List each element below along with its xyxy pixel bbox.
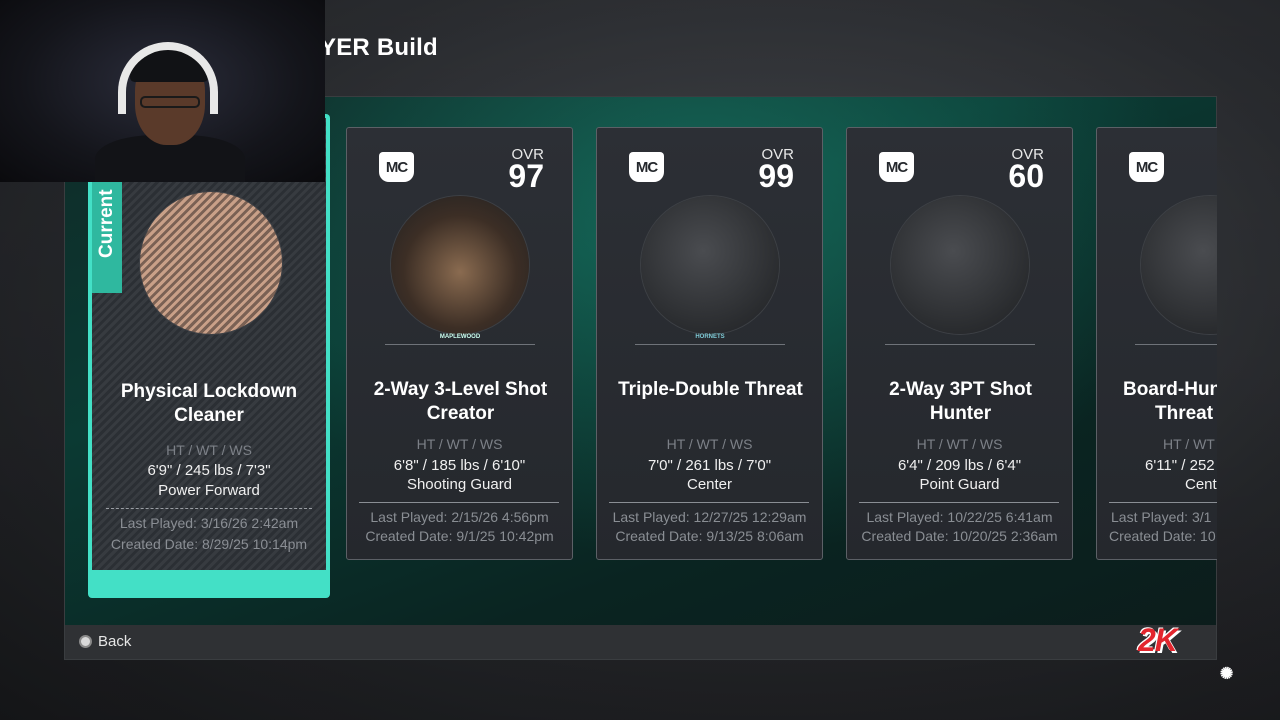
meta-divider (1109, 502, 1217, 503)
build-name: Triple-Double Threat (607, 378, 814, 402)
position: Center (686, 476, 733, 493)
channel-watermark-icon: ✺ (1218, 664, 1235, 684)
circle-button-icon (79, 635, 92, 648)
ovr-value: 60 (1008, 158, 1044, 194)
build-name-line: 2-Way 3-Level Shot (373, 379, 548, 400)
stat-values: 7'0" / 261 lbs / 7'0" (647, 457, 772, 474)
brand-2k-logo: 2K (1138, 622, 1178, 658)
build-name-line: 2-Way 3PT Shot (889, 379, 1032, 400)
build-card[interactable]: MC OVR 60 2-Way 3PT Shot Hunter HT / WT … (846, 127, 1073, 560)
build-name-line: Hunter (929, 403, 992, 424)
stat-values: 6'4" / 209 lbs / 6'4" (897, 457, 1022, 474)
ovr-value: 97 (508, 158, 544, 194)
player-avatar (140, 192, 282, 334)
player-avatar (391, 196, 529, 334)
current-card-body: Current Physical Lockdown Cleaner HT / W… (92, 118, 326, 570)
build-name-line: Threat (1155, 403, 1214, 424)
build-card[interactable]: MC Board-Hun Threat HT / WT 6'11" / 252 … (1096, 127, 1217, 560)
bottom-bar: Back (65, 625, 1216, 659)
position: Power Forward (158, 482, 260, 499)
player-avatar (1141, 196, 1217, 334)
build-card[interactable]: MC OVR 97 MAPLEWOOD 2-Way 3-Level Shot C… (346, 127, 573, 560)
player-avatar (641, 196, 779, 334)
build-card-current[interactable]: Current Physical Lockdown Cleaner HT / W… (88, 114, 330, 598)
meta-divider (609, 502, 809, 503)
created-date: Created Date: 9/13/25 8:06am (615, 528, 804, 544)
webcam-overlay (0, 0, 325, 182)
back-label: Back (98, 633, 132, 650)
build-name-line: Triple-Double Threat (618, 379, 803, 400)
hornets-logo-icon: HORNETS (695, 334, 725, 340)
build-name: 2-Way 3PT Shot Hunter (857, 378, 1064, 426)
team-logo-icon: MAPLEWOOD (439, 334, 481, 340)
meta-divider (859, 502, 1059, 503)
build-name-line: Creator (426, 403, 495, 424)
stat-values: 6'11" / 252 (1145, 457, 1215, 474)
mc-badge-icon: MC (879, 152, 914, 182)
last-played: Last Played: 2/15/26 4:56pm (370, 509, 549, 525)
created-date: Created Date: 10/20/25 2:36am (861, 528, 1058, 544)
stat-header: HT / WT / WS (166, 442, 252, 458)
stat-header: HT / WT / WS (916, 436, 1003, 452)
created-date: Created Date: 9/1/25 10:42pm (365, 528, 554, 544)
last-played: Last Played: 12/27/25 12:29am (612, 509, 807, 525)
mc-badge-icon: MC (1129, 152, 1164, 182)
last-played: Last Played: 3/1 (1111, 509, 1212, 525)
glasses (140, 96, 200, 108)
stat-values: 6'8" / 185 lbs / 6'10" (393, 457, 526, 474)
mc-badge-icon: MC (629, 152, 664, 182)
position: Shooting Guard (406, 476, 513, 493)
player-avatar (891, 196, 1029, 334)
created-date: Created Date: 10 (1109, 528, 1216, 544)
divider (885, 344, 1035, 345)
last-played: Last Played: 10/22/25 6:41am (866, 509, 1053, 525)
meta-divider (106, 508, 312, 509)
position: Cent (1185, 476, 1217, 493)
divider (1135, 344, 1217, 345)
last-played: Last Played: 3/16/26 2:42am (119, 515, 299, 531)
stat-header: HT / WT / WS (666, 436, 753, 452)
page-title: YER Build (320, 34, 438, 61)
stat-header: HT / WT / WS (416, 436, 503, 452)
stat-values: 6'9" / 245 lbs / 7'3" (147, 462, 271, 479)
stat-header: HT / WT (1163, 436, 1215, 452)
build-name-line: Board-Hun (1123, 379, 1217, 400)
current-tab-label: Current (96, 189, 117, 258)
build-name: Board-Hun Threat (1123, 378, 1217, 426)
mc-badge-icon: MC (379, 152, 414, 182)
position: Point Guard (919, 476, 1000, 493)
build-name: 2-Way 3-Level Shot Creator (357, 378, 564, 426)
build-card[interactable]: MC OVR 99 HORNETS Triple-Double Threat H… (596, 127, 823, 560)
build-name: Physical Lockdown Cleaner (120, 381, 298, 426)
back-button[interactable]: Back (79, 633, 131, 650)
meta-divider (359, 502, 559, 503)
created-date: Created Date: 8/29/25 10:14pm (110, 536, 308, 552)
ovr-value: 99 (758, 158, 794, 194)
